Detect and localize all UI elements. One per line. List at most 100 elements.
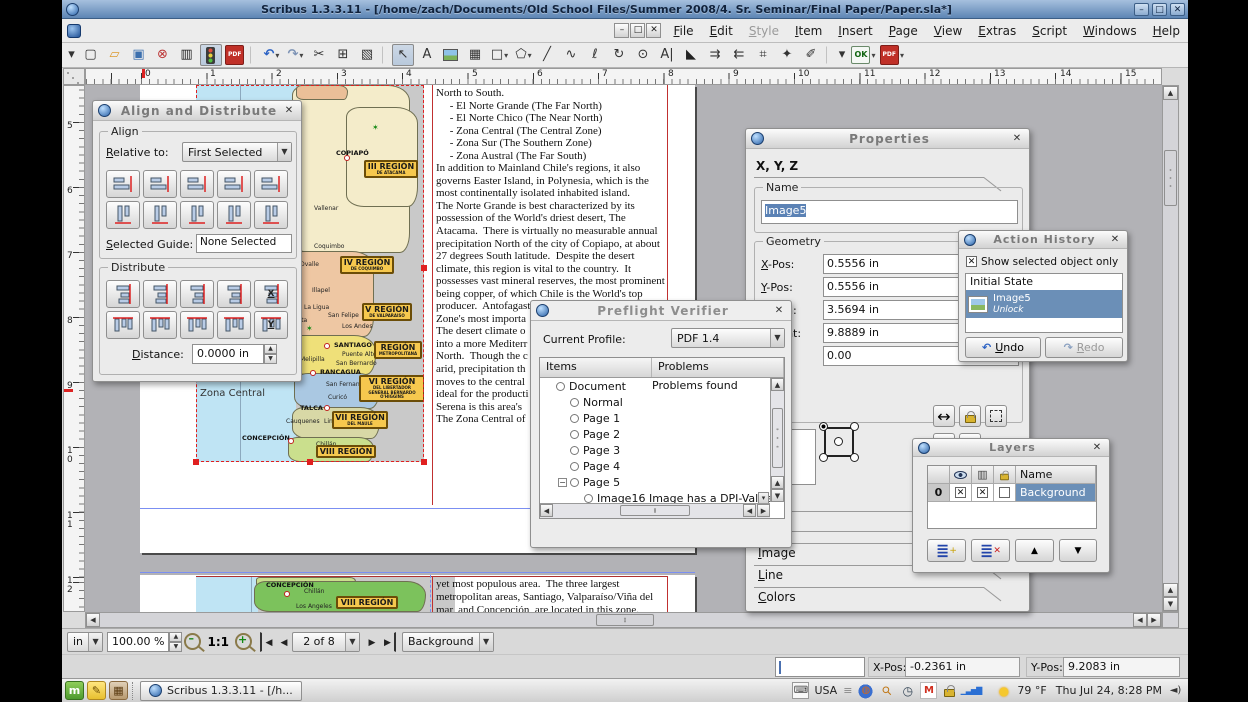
selection-handle[interactable]: [193, 459, 199, 465]
toolbar-button[interactable]: ◣: [680, 44, 702, 66]
toolbar-button[interactable]: ▧: [356, 44, 378, 66]
text-frame[interactable]: yet most populous area. The three larges…: [432, 576, 668, 612]
distribute-button[interactable]: [217, 311, 251, 339]
toolbar-button[interactable]: ▥: [176, 44, 198, 66]
menu-item[interactable]: Page: [881, 21, 926, 41]
toolbar-button[interactable]: [250, 46, 256, 64]
menu-item[interactable]: Edit: [702, 21, 741, 41]
mdi-minimize-button[interactable]: –: [614, 23, 629, 38]
scrollbar-thumb[interactable]: [620, 505, 690, 516]
dialog-titlebar[interactable]: Preflight Verifier ✕: [531, 301, 791, 321]
selection-handle[interactable]: [307, 459, 313, 465]
distance-spinbox[interactable]: 0.0000 in ▲▼: [192, 344, 277, 364]
redo-button[interactable]: ↷ Redo: [1045, 337, 1123, 358]
zoom-in-icon[interactable]: [235, 633, 252, 650]
toolbar-button[interactable]: PDF: [224, 44, 246, 66]
mdi-restore-button[interactable]: □: [630, 23, 645, 38]
tab-xyz[interactable]: X, Y, Z: [756, 159, 798, 173]
toolbar-button[interactable]: □ ▾: [488, 44, 510, 66]
align-button[interactable]: [106, 201, 140, 229]
toolbar-button[interactable]: A|: [656, 44, 678, 66]
layer-row-background[interactable]: 0 ✕ ✕ Background: [928, 484, 1096, 502]
toolbar-button[interactable]: ⇉: [704, 44, 726, 66]
clock-label[interactable]: Thu Jul 24, 8:28 PM: [1056, 684, 1162, 697]
show-selected-only-checkbox[interactable]: ✕: [966, 256, 977, 267]
vertical-ruler[interactable]: 56789101112: [63, 85, 85, 612]
clock-tray-icon[interactable]: ◷: [899, 682, 916, 699]
toolbar-button[interactable]: ↻: [608, 44, 630, 66]
first-page-button[interactable]: ◀: [260, 632, 276, 652]
document-page-2[interactable]: VIII REGIÓN CONCEPCIÓNChillánLos Angeles…: [140, 575, 695, 612]
scroll-up-icon[interactable]: ▲: [1163, 86, 1178, 100]
align-button[interactable]: [217, 170, 251, 198]
layer-name[interactable]: Background: [1016, 484, 1096, 502]
page-select[interactable]: 2 of 8 ▼: [292, 632, 360, 652]
tree-collapse-icon[interactable]: −: [558, 478, 567, 487]
layer-select[interactable]: Background ▼: [402, 632, 494, 652]
layer-visible-checkbox[interactable]: ✕: [950, 484, 972, 502]
preflight-row[interactable]: Page 2: [540, 426, 771, 442]
distribute-button[interactable]: [180, 311, 214, 339]
distribute-button[interactable]: [106, 280, 140, 308]
scrollbar-thumb[interactable]: [596, 614, 654, 626]
zoom-1to1-button[interactable]: 1:1: [207, 635, 229, 649]
unit-select[interactable]: in ▼: [67, 632, 103, 652]
scroll-left-icon[interactable]: ◀: [86, 613, 100, 627]
ruler-origin-button[interactable]: [63, 68, 85, 85]
scroll-down-icon[interactable]: ▼: [771, 489, 784, 502]
guide-line[interactable]: [140, 572, 695, 573]
temperature-label[interactable]: 79 °F: [1017, 684, 1046, 697]
toolbar-button[interactable]: [200, 44, 222, 66]
close-icon[interactable]: ✕: [1090, 441, 1104, 455]
toolbar-button[interactable]: ✦: [776, 44, 798, 66]
toolbar-button[interactable]: [826, 46, 832, 64]
keyboard-layout-label[interactable]: USA: [814, 684, 837, 697]
distribute-button[interactable]: [217, 280, 251, 308]
zoom-spinbox[interactable]: 100.00 % ▲▼: [107, 632, 182, 652]
toolbar-button[interactable]: PDF ▾: [879, 44, 906, 66]
raise-layer-button[interactable]: ▲: [1015, 539, 1054, 562]
last-page-button[interactable]: ▶: [380, 632, 396, 652]
toolbar-button[interactable]: ⊞: [332, 44, 354, 66]
desktop-launcher-icon[interactable]: ▦: [109, 681, 128, 700]
lock-tray-icon[interactable]: [941, 682, 958, 699]
preflight-row[interactable]: Page 1: [540, 410, 771, 426]
basepoint-selector[interactable]: [824, 427, 854, 457]
scroll-right-icon[interactable]: ▶: [757, 504, 770, 517]
keyboard-layout-icon[interactable]: ⌨: [792, 682, 809, 699]
menu-item[interactable]: File: [665, 21, 701, 41]
notes-launcher-icon[interactable]: ✎: [87, 681, 106, 700]
history-item-initial[interactable]: Initial State: [966, 274, 1122, 290]
basepoint-center[interactable]: [834, 437, 843, 446]
toolbar-button[interactable]: [382, 46, 388, 64]
scribus-task-button[interactable]: Scribus 1.3.3.11 - [/h...: [140, 681, 302, 701]
horizontal-ruler[interactable]: -10123456789101112131415: [85, 68, 1162, 85]
dialog-titlebar[interactable]: Layers ✕: [913, 439, 1109, 457]
menu-item[interactable]: Help: [1145, 21, 1188, 41]
preflight-row[interactable]: Page 4: [540, 458, 771, 474]
distribute-button[interactable]: [143, 311, 177, 339]
layers-table[interactable]: ▥ Name 0 ✕ ✕ Background: [927, 465, 1097, 529]
toolbar-button[interactable]: [440, 44, 462, 66]
table-horizontal-scrollbar[interactable]: ◀ ◀ ▶: [540, 503, 770, 518]
lower-layer-button[interactable]: ▼: [1059, 539, 1097, 562]
menu-item[interactable]: Script: [1024, 21, 1075, 41]
close-icon[interactable]: ✕: [772, 304, 786, 318]
scroll-left-icon[interactable]: ◀: [1133, 613, 1147, 627]
toolbar-button[interactable]: ↷ ▾: [284, 44, 306, 66]
menu-item[interactable]: Style: [741, 21, 787, 41]
toolbar-button[interactable]: ⊙: [632, 44, 654, 66]
next-page-button[interactable]: ▶: [364, 632, 380, 652]
zoom-out-icon[interactable]: [184, 633, 201, 650]
history-item-selected[interactable]: Image5 Unlock: [966, 290, 1122, 318]
add-layer-button[interactable]: ≣ +: [927, 539, 966, 562]
scroll-left-icon[interactable]: ◀: [540, 504, 553, 517]
menu-item[interactable]: View: [926, 21, 970, 41]
scroll-up-icon[interactable]: ▲: [771, 378, 784, 391]
distribute-button[interactable]: X: [254, 280, 288, 308]
chile-map-image-frame-2[interactable]: VIII REGIÓN CONCEPCIÓNChillánLos Angeles: [196, 577, 455, 612]
delete-layer-button[interactable]: ≣ ✕: [971, 539, 1010, 562]
layer-lock-checkbox[interactable]: [994, 484, 1016, 502]
close-icon[interactable]: ✕: [1108, 233, 1122, 247]
toolbar-button[interactable]: ↖: [392, 44, 414, 66]
